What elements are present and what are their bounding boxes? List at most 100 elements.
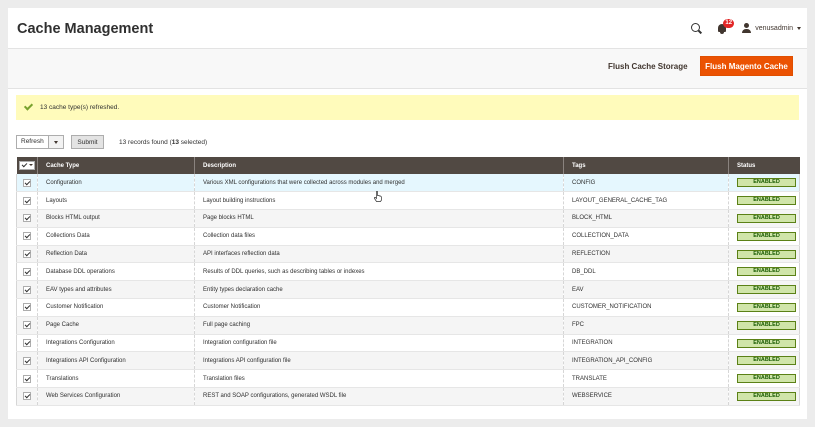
cache-type: Layouts xyxy=(37,191,195,211)
cache-type: Blocks HTML output xyxy=(37,209,195,228)
row-checkbox[interactable] xyxy=(23,232,31,241)
search-icon[interactable] xyxy=(691,22,702,34)
column-header-description: Description xyxy=(194,157,564,174)
cache-description: Page blocks HTML xyxy=(194,209,564,228)
mass-select-checkbox[interactable] xyxy=(18,160,35,170)
mass-action-value: Refresh xyxy=(17,136,49,148)
status-badge: ENABLED xyxy=(737,178,796,188)
cache-type: Page Cache xyxy=(37,316,195,335)
row-checkbox[interactable] xyxy=(23,250,31,259)
cache-management-panel: Cache Management 12 venusadmin Flush Cac… xyxy=(8,8,807,419)
table-row[interactable]: Integrations Configuration Integration c… xyxy=(16,334,800,353)
flush-magento-cache-button[interactable]: Flush Magento Cache xyxy=(700,56,793,76)
row-checkbox[interactable] xyxy=(23,214,31,223)
table-row[interactable]: Configuration Various XML configurations… xyxy=(16,174,800,193)
cache-description: Translation files xyxy=(194,369,564,389)
submit-button[interactable]: Submit xyxy=(71,135,104,149)
row-checkbox[interactable] xyxy=(23,178,31,187)
row-checkbox[interactable] xyxy=(23,339,31,348)
table-row[interactable]: Blocks HTML output Page blocks HTML BLOC… xyxy=(16,209,800,228)
flush-cache-storage-button[interactable]: Flush Cache Storage xyxy=(608,62,688,71)
records-prefix: 13 records found ( xyxy=(119,138,172,146)
cache-tags: REFLECTION xyxy=(563,245,729,264)
cache-type: Integrations API Configuration xyxy=(37,351,195,371)
cache-type: Configuration xyxy=(37,174,195,193)
table-row[interactable]: Page Cache Full page caching FPC ENABLED xyxy=(16,316,800,335)
cache-grid: Cache Type Description Tags Status Confi… xyxy=(16,157,800,406)
cache-type: Translations xyxy=(37,369,195,389)
cache-type: Web Services Configuration xyxy=(37,387,195,406)
table-row[interactable]: Reflection Data API interfaces reflectio… xyxy=(16,245,800,264)
cache-tags: CONFIG xyxy=(563,174,729,193)
user-icon xyxy=(742,23,752,33)
checkbox xyxy=(20,161,28,169)
status-badge: ENABLED xyxy=(737,285,796,295)
cache-description: Entity types declaration cache xyxy=(194,280,564,300)
cache-tags: DB_DDL xyxy=(563,262,729,282)
status-badge: ENABLED xyxy=(737,249,796,259)
notifications-button[interactable]: 12 xyxy=(718,19,735,34)
cache-description: Collection data files xyxy=(194,227,564,246)
cache-tags: INTEGRATION_API_CONFIG xyxy=(563,351,729,371)
cache-tags: FPC xyxy=(563,316,729,335)
records-count: 13 records found (13 selected) xyxy=(119,139,207,146)
mass-action-dropdown-toggle[interactable] xyxy=(49,136,63,148)
chevron-down-icon xyxy=(797,26,801,30)
table-row[interactable]: Translations Translation files TRANSLATE… xyxy=(16,369,800,389)
chevron-down-icon xyxy=(54,140,58,144)
cache-type: Customer Notification xyxy=(37,298,195,317)
cache-description: Integration configuration file xyxy=(194,334,564,353)
grid-header-row: Cache Type Description Tags Status xyxy=(16,157,800,174)
row-checkbox[interactable] xyxy=(23,321,31,330)
row-checkbox[interactable] xyxy=(23,392,31,401)
table-row[interactable]: Customer Notification Customer Notificat… xyxy=(16,298,800,317)
cache-tags: EAV xyxy=(563,280,729,300)
cache-type: EAV types and attributes xyxy=(37,280,195,300)
row-checkbox[interactable] xyxy=(23,285,31,294)
status-badge: ENABLED xyxy=(737,320,796,330)
table-row[interactable]: Integrations API Configuration Integrati… xyxy=(16,351,800,371)
status-badge: ENABLED xyxy=(737,338,796,348)
status-badge: ENABLED xyxy=(737,391,796,401)
cache-tags: WEBSERVICE xyxy=(563,387,729,406)
check-icon xyxy=(23,101,34,111)
records-selected-count: 13 xyxy=(171,138,179,146)
page-actions-bar: Flush Cache Storage Flush Magento Cache xyxy=(8,48,807,89)
status-badge: ENABLED xyxy=(737,213,796,223)
chevron-down-icon xyxy=(28,164,33,166)
hand-cursor-icon xyxy=(374,191,382,202)
table-row[interactable]: EAV types and attributes Entity types de… xyxy=(16,280,800,300)
table-row[interactable]: Layouts Layout building instructions LAY… xyxy=(16,191,800,211)
status-badge: ENABLED xyxy=(737,231,796,241)
row-checkbox[interactable] xyxy=(23,267,31,276)
cache-type: Database DDL operations xyxy=(37,262,195,282)
mass-action-select[interactable]: Refresh xyxy=(16,135,64,149)
row-checkbox[interactable] xyxy=(23,196,31,205)
row-checkbox[interactable] xyxy=(23,374,31,383)
table-row[interactable]: Collections Data Collection data files C… xyxy=(16,227,800,246)
table-row[interactable]: Web Services Configuration REST and SOAP… xyxy=(16,387,800,406)
header-actions: 12 venusadmin xyxy=(691,19,801,36)
cache-description: Integrations API configuration file xyxy=(194,351,564,371)
cache-tags: COLLECTION_DATA xyxy=(563,227,729,246)
cache-description: Various XML configurations that were col… xyxy=(194,174,564,193)
column-header-tags: Tags xyxy=(563,157,729,174)
row-checkbox[interactable] xyxy=(23,303,31,312)
cache-description: REST and SOAP configurations, generated … xyxy=(194,387,564,406)
cache-description: API interfaces reflection data xyxy=(194,245,564,264)
cache-tags: CUSTOMER_NOTIFICATION xyxy=(563,298,729,317)
success-message-text: 13 cache type(s) refreshed. xyxy=(40,104,120,111)
notification-count-badge: 12 xyxy=(723,19,735,28)
row-checkbox[interactable] xyxy=(23,356,31,365)
status-badge: ENABLED xyxy=(737,196,796,206)
table-row[interactable]: Database DDL operations Results of DDL q… xyxy=(16,262,800,282)
cache-type: Reflection Data xyxy=(37,245,195,264)
grid-toolbar: Refresh Submit 13 records found (13 sele… xyxy=(16,134,207,150)
user-menu[interactable]: venusadmin xyxy=(742,23,801,33)
records-suffix: selected) xyxy=(179,138,208,146)
mass-select-header[interactable] xyxy=(16,157,38,174)
status-badge: ENABLED xyxy=(737,356,796,366)
cache-description: Results of DDL queries, such as describi… xyxy=(194,262,564,282)
cache-tags: BLOCK_HTML xyxy=(563,209,729,228)
status-badge: ENABLED xyxy=(737,267,796,277)
